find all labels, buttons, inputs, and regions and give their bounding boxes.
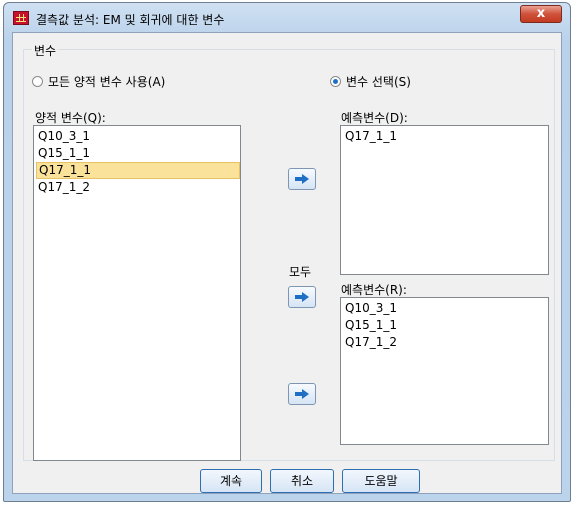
list-item-selected[interactable]: Q17_1_1	[36, 162, 240, 179]
list-item[interactable]: Q15_1_1	[343, 317, 548, 334]
radio-label: 변수 선택(S)	[346, 75, 411, 89]
radio-circle	[32, 76, 43, 87]
predictor-variables-label: 예측변수(R):	[341, 283, 407, 297]
move-to-predictors-button[interactable]	[288, 383, 316, 405]
close-button[interactable]: x	[520, 5, 562, 23]
quantitative-variables-label: 양적 변수(Q):	[35, 111, 106, 125]
help-button[interactable]: 도움말	[342, 469, 420, 493]
right-arrow-icon	[295, 389, 309, 399]
right-arrow-icon	[295, 174, 309, 184]
title-bar[interactable]: 결측값 분석: EM 및 회귀에 대한 변수 x	[4, 3, 570, 33]
move-to-predicted-button[interactable]	[288, 168, 316, 190]
predictor-variables-list[interactable]: Q10_3_1 Q15_1_1 Q17_1_2	[340, 297, 549, 445]
cancel-button[interactable]: 취소	[270, 469, 334, 493]
continue-button[interactable]: 계속	[200, 469, 262, 493]
quantitative-variables-list[interactable]: Q10_3_1 Q15_1_1 Q17_1_1 Q17_1_2	[33, 125, 241, 461]
dialog-window: 결측값 분석: EM 및 회귀에 대한 변수 x 변수 모든 양적 변수 사용(…	[3, 2, 571, 502]
radio-select-variables[interactable]: 변수 선택(S)	[330, 73, 411, 90]
radio-label: 모든 양적 변수 사용(A)	[48, 75, 166, 89]
list-item[interactable]: Q15_1_1	[36, 145, 240, 162]
list-item[interactable]: Q17_1_1	[343, 128, 548, 145]
predicted-variables-list[interactable]: Q17_1_1	[340, 125, 549, 275]
list-item[interactable]: Q10_3_1	[343, 300, 548, 317]
list-item[interactable]: Q17_1_2	[36, 179, 240, 196]
group-label: 변수	[32, 42, 59, 59]
dialog-client-area: 변수 모든 양적 변수 사용(A) 변수 선택(S) 양적 변수(Q): Q10…	[12, 32, 562, 494]
list-item[interactable]: Q10_3_1	[36, 128, 240, 145]
radio-use-all-quantitative[interactable]: 모든 양적 변수 사용(A)	[32, 73, 165, 90]
window-title: 결측값 분석: EM 및 회귀에 대한 변수	[36, 13, 225, 27]
right-arrow-icon	[295, 292, 309, 302]
list-item[interactable]: Q17_1_2	[343, 334, 548, 351]
radio-circle-checked	[330, 76, 341, 87]
all-label: 모두	[289, 265, 312, 279]
spss-app-icon	[13, 11, 29, 25]
predicted-variables-label: 예측변수(D):	[341, 111, 408, 125]
move-all-to-predictors-button[interactable]	[288, 286, 316, 308]
